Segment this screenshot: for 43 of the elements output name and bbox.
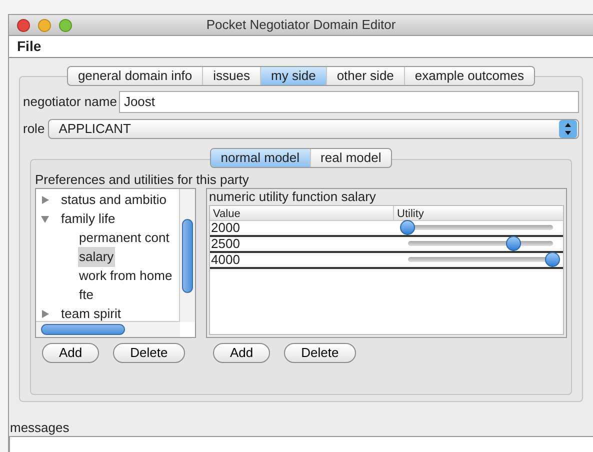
horizontal-scrollbar[interactable] (36, 320, 180, 336)
collapsed-triangle-icon[interactable] (40, 195, 50, 205)
tree-item[interactable]: fte (78, 285, 94, 305)
tree-item[interactable]: team spirit (60, 304, 122, 324)
slider-thumb[interactable] (545, 252, 560, 267)
section-label: Preferences and utilities for this party (35, 172, 250, 188)
table-cell-text: 2500 (210, 237, 241, 250)
tree-item[interactable]: status and ambitio (60, 190, 168, 210)
push-button[interactable]: Add (42, 342, 100, 362)
tree-item[interactable]: work from home (78, 266, 174, 286)
slider-thumb[interactable] (506, 236, 521, 251)
field-label: negotiator name (23, 92, 117, 111)
tab[interactable]: real model (310, 148, 392, 166)
expanded-triangle-icon[interactable] (40, 214, 50, 224)
role-dropdown[interactable]: APPLICANT (48, 118, 579, 138)
tab[interactable]: my side (261, 66, 327, 84)
name-field[interactable]: Joost (118, 90, 579, 112)
vertical-scrollbar[interactable] (179, 188, 195, 322)
field-label: role (23, 120, 45, 138)
tab[interactable]: normal model (210, 148, 311, 166)
tab[interactable]: other side (326, 66, 405, 84)
menu-item[interactable]: File (17, 36, 42, 56)
tab[interactable]: example outcomes (404, 66, 534, 84)
messages-area[interactable] (9, 436, 593, 452)
column-header[interactable]: Value (210, 206, 394, 220)
close-icon[interactable] (17, 19, 30, 32)
tree-item[interactable]: family life (60, 209, 116, 229)
push-button[interactable]: Add (213, 342, 270, 362)
table-cell-text: 4000 (210, 253, 241, 266)
table-cell-text: 2000 (210, 221, 241, 234)
column-header[interactable]: Utility (394, 206, 563, 220)
messages-label: messages (9, 420, 70, 436)
window-title: Pocket Negotiator Domain Editor (206, 16, 396, 34)
slider-thumb[interactable] (400, 220, 415, 235)
push-button[interactable]: Delete (113, 342, 185, 362)
collapsed-triangle-icon[interactable] (40, 309, 50, 319)
tree-item[interactable]: salary (78, 247, 115, 267)
tree-item[interactable]: permanent cont (78, 228, 170, 248)
minimize-icon[interactable] (38, 19, 51, 32)
stepper-icon (559, 120, 577, 138)
push-button[interactable]: Delete (284, 342, 356, 362)
panel-title: numeric utility function salary (208, 188, 377, 204)
zoom-icon[interactable] (59, 19, 72, 32)
